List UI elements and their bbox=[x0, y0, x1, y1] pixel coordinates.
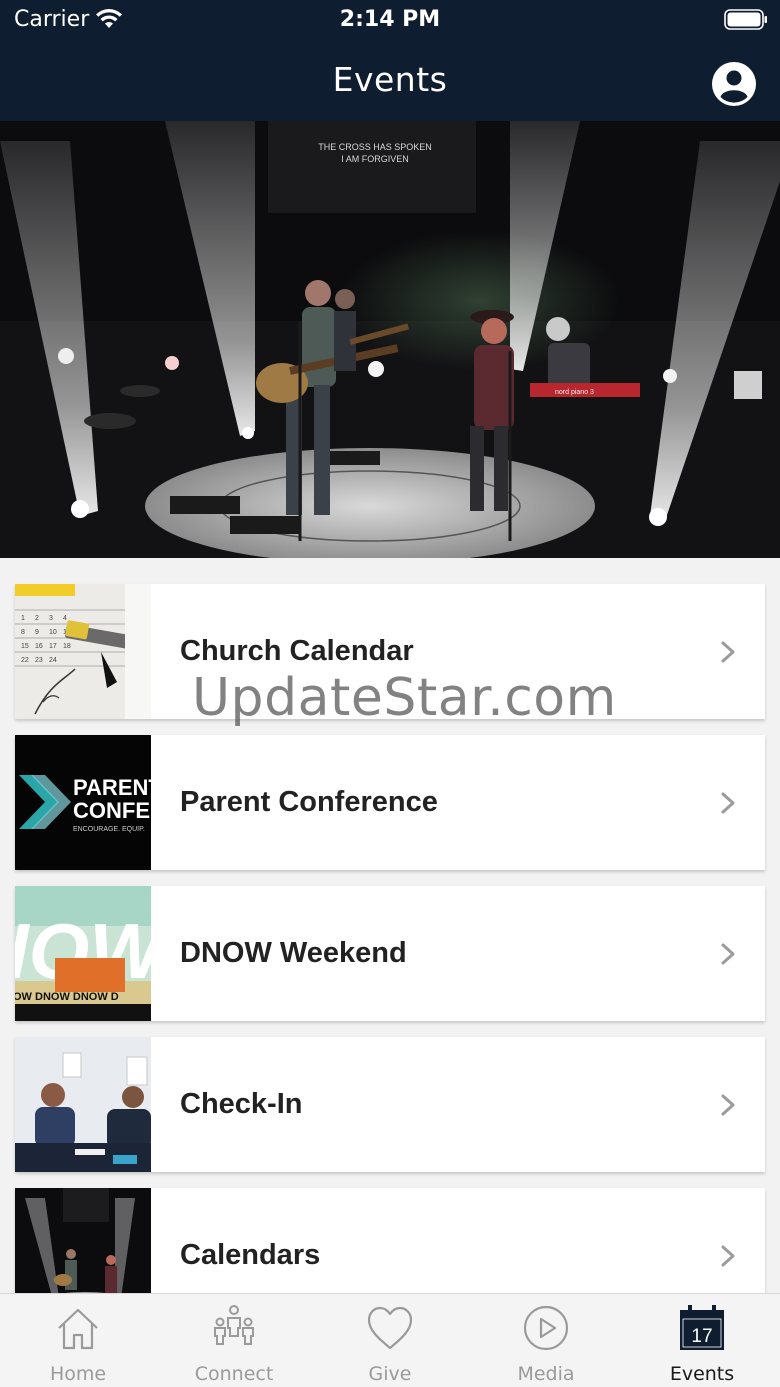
status-time: 2:14 PM bbox=[339, 7, 441, 32]
svg-text:18: 18 bbox=[63, 643, 71, 650]
dnow-thumb-repeat: OW DNOW DNOW D bbox=[15, 991, 119, 1003]
hero-screen-line2: I AM FORGIVEN bbox=[341, 154, 409, 164]
event-label: DNOW Weekend bbox=[180, 937, 407, 969]
tab-give[interactable]: Give bbox=[312, 1294, 468, 1387]
svg-text:23: 23 bbox=[35, 657, 43, 664]
svg-text:10: 10 bbox=[49, 629, 57, 636]
event-row-church-calendar[interactable]: 1234 891011 15161718 222324 Church Calen… bbox=[15, 584, 765, 719]
play-icon bbox=[523, 1305, 569, 1351]
chevron-right-icon bbox=[721, 792, 735, 814]
tab-label: Give bbox=[368, 1363, 412, 1385]
tab-media[interactable]: Media bbox=[468, 1294, 624, 1387]
page-title: Events bbox=[332, 60, 448, 99]
tab-label: Home bbox=[49, 1363, 107, 1385]
tab-connect[interactable]: Connect bbox=[156, 1294, 312, 1387]
chevron-right-icon bbox=[721, 641, 735, 663]
calendar-icon: 17 bbox=[680, 1305, 724, 1350]
hero-screen-line1: THE CROSS HAS SPOKEN bbox=[318, 142, 432, 152]
tab-label: Media bbox=[517, 1363, 575, 1385]
hero-image: THE CROSS HAS SPOKEN I AM FORGIVEN nord … bbox=[0, 121, 780, 558]
tab-label: Connect bbox=[194, 1363, 274, 1385]
tab-bar: Home Connect Give Media 17 Events bbox=[0, 1293, 780, 1387]
chevron-right-icon bbox=[721, 943, 735, 965]
status-bar: Carrier 2:14 PM bbox=[0, 0, 780, 40]
svg-text:16: 16 bbox=[35, 643, 43, 650]
svg-text:1: 1 bbox=[21, 615, 25, 622]
svg-text:9: 9 bbox=[35, 629, 39, 636]
svg-text:4: 4 bbox=[63, 615, 67, 622]
svg-text:2: 2 bbox=[35, 615, 39, 622]
svg-text:15: 15 bbox=[21, 643, 29, 650]
event-row-dnow-weekend[interactable]: IOW OW DNOW DNOW D DNOW Weekend bbox=[15, 886, 765, 1021]
svg-text:17: 17 bbox=[49, 643, 57, 650]
calendar-day: 17 bbox=[691, 1326, 712, 1347]
event-row-check-in[interactable]: Check-In bbox=[15, 1037, 765, 1172]
dnow-weekend-thumbnail: IOW OW DNOW DNOW D bbox=[15, 886, 151, 1021]
event-row-parent-conference[interactable]: PARENT CONFERE ENCOURAGE. EQUIP. Parent … bbox=[15, 735, 765, 870]
heart-icon bbox=[367, 1306, 413, 1350]
tab-home[interactable]: Home bbox=[0, 1294, 156, 1387]
svg-text:3: 3 bbox=[49, 615, 53, 622]
svg-text:24: 24 bbox=[49, 657, 57, 664]
event-label: Check-In bbox=[180, 1088, 303, 1120]
tab-label: Events bbox=[669, 1363, 735, 1385]
parent-conference-thumbnail: PARENT CONFERE ENCOURAGE. EQUIP. bbox=[15, 735, 151, 870]
home-icon bbox=[58, 1308, 98, 1350]
top-bar: Carrier 2:14 PM Events bbox=[0, 0, 780, 121]
check-in-thumbnail bbox=[15, 1037, 151, 1172]
events-list: 1234 891011 15161718 222324 Church Calen… bbox=[15, 584, 765, 1339]
people-icon bbox=[214, 1305, 254, 1345]
parent-conf-thumb-line2: CONFERE bbox=[73, 798, 151, 823]
profile-icon[interactable] bbox=[711, 61, 757, 107]
hero-keyboard-label: nord piano 3 bbox=[555, 389, 594, 396]
svg-text:22: 22 bbox=[21, 657, 29, 664]
parent-conf-thumb-line3: ENCOURAGE. EQUIP. bbox=[73, 826, 145, 833]
event-label: Church Calendar bbox=[180, 635, 414, 667]
battery-icon bbox=[724, 9, 767, 30]
svg-text:8: 8 bbox=[21, 629, 25, 636]
church-calendar-thumbnail: 1234 891011 15161718 222324 bbox=[15, 584, 151, 719]
chevron-right-icon bbox=[721, 1094, 735, 1116]
tab-events[interactable]: 17 Events bbox=[624, 1294, 780, 1387]
chevron-right-icon bbox=[721, 1245, 735, 1267]
parent-conf-thumb-line1: PARENT bbox=[73, 775, 151, 800]
event-label: Parent Conference bbox=[180, 786, 438, 818]
